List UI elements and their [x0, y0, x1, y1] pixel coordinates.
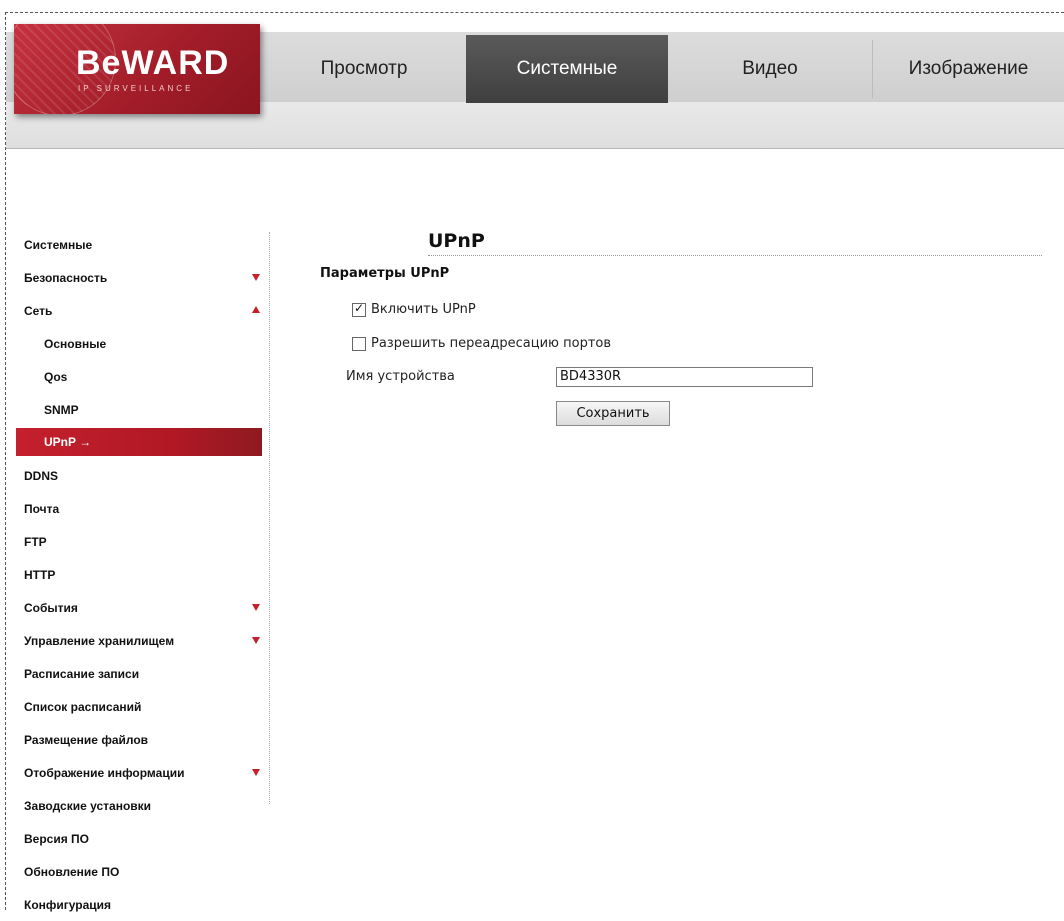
sidebar-item-label: Версия ПО	[24, 831, 90, 846]
sidebar-item-upnp[interactable]: UPnP →	[16, 428, 262, 456]
sidebar-item-label: Отображение информации	[24, 765, 185, 780]
sidebar-item-http[interactable]: HTTP	[12, 558, 262, 591]
section-title: Параметры UPnP	[320, 266, 450, 281]
enable-upnp-label: Включить UPnP	[371, 302, 476, 317]
title-divider	[428, 255, 1042, 256]
port-forwarding-label: Разрешить переадресацию портов	[371, 336, 612, 351]
tab-label: Просмотр	[320, 58, 408, 79]
sidebar-item-firmware-update[interactable]: Обновление ПО	[12, 855, 262, 888]
sidebar-item-label: SNMP	[44, 402, 79, 417]
sidebar-item-label: DDNS	[24, 468, 59, 483]
sidebar-item-label: Сеть	[24, 303, 53, 318]
sidebar-item-ftp[interactable]: FTP	[12, 525, 262, 558]
sidebar-item-label: Обновление ПО	[24, 864, 120, 879]
sidebar-item-file-location[interactable]: Размещение файлов	[12, 723, 262, 756]
sidebar-item-configuration[interactable]: Конфигурация	[12, 888, 262, 921]
tab-preview[interactable]: Просмотр	[262, 35, 466, 103]
sidebar-item-label: Безопасность	[24, 270, 108, 285]
sidebar-item-label: Размещение файлов	[24, 732, 149, 747]
sidebar-item-events[interactable]: События	[12, 591, 262, 624]
sidebar-item-label: События	[24, 600, 78, 615]
chevron-down-icon	[252, 637, 260, 644]
page-title: UPnP	[428, 230, 485, 252]
sidebar-item-snmp[interactable]: SNMP	[12, 393, 262, 426]
sidebar-item-network[interactable]: Сеть	[12, 294, 262, 327]
sidebar-item-storage[interactable]: Управление хранилищем	[12, 624, 262, 657]
sidebar-item-security[interactable]: Безопасность	[12, 261, 262, 294]
enable-upnp-checkbox[interactable]	[352, 301, 366, 317]
chevron-down-icon	[252, 604, 260, 611]
enable-upnp-checkbox-row[interactable]: Включить UPnP	[352, 301, 476, 317]
tab-video[interactable]: Видео	[668, 35, 872, 103]
device-name-field[interactable]: BD4330R	[556, 367, 813, 387]
sidebar-item-schedule-list[interactable]: Список расписаний	[12, 690, 262, 723]
sidebar-divider	[269, 232, 270, 804]
save-button[interactable]: Сохранить	[556, 401, 670, 426]
chevron-up-icon	[252, 306, 260, 313]
sidebar-item-label: FTP	[24, 534, 47, 549]
sidebar-item-label: HTTP	[24, 567, 56, 582]
port-forwarding-checkbox-row[interactable]: Разрешить переадресацию портов	[352, 336, 611, 351]
sidebar-item-mail[interactable]: Почта	[12, 492, 262, 525]
device-name-label: Имя устройства	[346, 369, 455, 384]
brand-tagline: IP SURVEILLANCE	[78, 84, 194, 93]
chevron-down-icon	[252, 274, 260, 281]
sidebar-item-label: Основные	[44, 336, 107, 351]
sidebar: Системные Безопасность Сеть Основные Qos…	[12, 228, 262, 921]
sidebar-item-qos[interactable]: Qos	[12, 360, 262, 393]
tab-label: Изображение	[908, 58, 1029, 79]
sidebar-item-label: Расписание записи	[24, 666, 140, 681]
tab-label: Системные	[516, 58, 618, 79]
sidebar-item-label: Список расписаний	[24, 699, 142, 714]
brand-logo: BeWARD IP SURVEILLANCE	[14, 24, 260, 114]
chevron-down-icon	[252, 769, 260, 776]
sidebar-item-label: Qos	[44, 369, 68, 384]
tab-image[interactable]: Изображение	[873, 35, 1064, 103]
sidebar-item-ddns[interactable]: DDNS	[12, 459, 262, 492]
sidebar-item-display-info[interactable]: Отображение информации	[12, 756, 262, 789]
sidebar-item-record-schedule[interactable]: Расписание записи	[12, 657, 262, 690]
sidebar-item-factory-defaults[interactable]: Заводские установки	[12, 789, 262, 822]
sidebar-item-firmware-version[interactable]: Версия ПО	[12, 822, 262, 855]
tab-system[interactable]: Системные	[466, 35, 668, 103]
sidebar-item-system[interactable]: Системные	[12, 228, 262, 261]
sidebar-item-basic[interactable]: Основные	[12, 327, 262, 360]
sidebar-item-label: Заводские установки	[24, 798, 152, 813]
sidebar-item-label: Почта	[24, 501, 60, 516]
page-border-top	[5, 12, 1064, 13]
tab-label: Видео	[742, 58, 798, 79]
port-forwarding-checkbox[interactable]	[352, 336, 366, 351]
sidebar-item-label: Конфигурация	[24, 897, 112, 912]
brand-name: BeWARD	[76, 44, 230, 82]
sidebar-item-label: Системные	[24, 237, 93, 252]
sidebar-item-label: Управление хранилищем	[24, 633, 175, 648]
sidebar-item-label: UPnP →	[44, 435, 92, 449]
